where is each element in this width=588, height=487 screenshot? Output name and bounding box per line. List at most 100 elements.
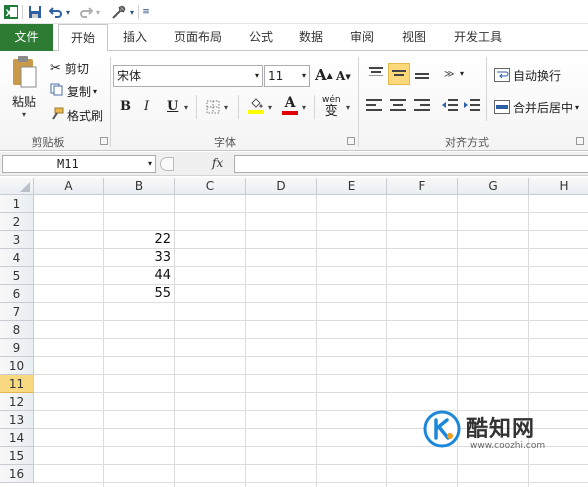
column-header-c[interactable]: C <box>175 178 246 195</box>
scissors-icon: ✂ <box>50 60 61 76</box>
tab-formulas[interactable]: 公式 <box>240 24 282 51</box>
row-header-1[interactable]: 1 <box>0 195 34 213</box>
row-header-9[interactable]: 9 <box>0 339 34 357</box>
chevron-down-icon[interactable]: ▾ <box>184 103 188 112</box>
redo-dropdown-icon[interactable]: ▾ <box>94 2 102 22</box>
row-header-11[interactable]: 11 <box>0 375 34 393</box>
chevron-down-icon[interactable]: ▾ <box>302 103 306 112</box>
customize-icon[interactable]: ≡ <box>141 2 151 22</box>
save-icon[interactable] <box>26 2 44 22</box>
chevron-down-icon[interactable]: ▾ <box>346 103 350 112</box>
phonetic-button[interactable]: wén 变 <box>322 95 341 118</box>
fill-color-button[interactable] <box>248 97 264 114</box>
merge-center-button[interactable]: 合并后居中 ▾ <box>494 98 579 116</box>
align-left-button[interactable] <box>366 99 382 111</box>
align-right-icon <box>414 99 430 111</box>
tab-insert[interactable]: 插入 <box>114 24 156 51</box>
paste-button[interactable]: 粘贴 ▾ <box>6 55 42 125</box>
column-header-e[interactable]: E <box>317 178 387 195</box>
cut-button[interactable]: ✂ 剪切 <box>50 59 89 77</box>
row-header-7[interactable]: 7 <box>0 303 34 321</box>
column-header-a[interactable]: A <box>34 178 104 195</box>
font-size-value: 11 <box>268 69 284 83</box>
tab-data[interactable]: 数据 <box>290 24 332 51</box>
increase-indent-icon <box>464 99 480 111</box>
tab-review[interactable]: 审阅 <box>340 24 384 51</box>
clipboard-launcher-icon[interactable] <box>100 137 108 145</box>
tab-page-layout[interactable]: 页面布局 <box>166 24 230 51</box>
tab-developer[interactable]: 开发工具 <box>446 24 510 51</box>
tools-icon[interactable] <box>110 2 128 22</box>
row-header-6[interactable]: 6 <box>0 285 34 303</box>
tab-view[interactable]: 视图 <box>392 24 436 51</box>
column-header-f[interactable]: F <box>387 178 458 195</box>
formula-bar-handle[interactable] <box>160 157 174 171</box>
row-header-2[interactable]: 2 <box>0 213 34 231</box>
align-bottom-button[interactable] <box>412 63 432 83</box>
format-painter-button[interactable]: 格式刷 <box>50 106 103 124</box>
row-header-5[interactable]: 5 <box>0 267 34 285</box>
row-header-12[interactable]: 12 <box>0 393 34 411</box>
align-middle-button[interactable] <box>388 63 410 85</box>
align-top-icon <box>369 67 383 76</box>
bold-button[interactable]: B <box>120 99 131 114</box>
shrink-font-button[interactable]: A ▼ <box>336 69 351 83</box>
cell-b5[interactable]: 44 <box>104 267 175 285</box>
alignment-launcher-icon[interactable] <box>576 137 584 145</box>
undo-icon[interactable] <box>48 2 64 22</box>
align-right-button[interactable] <box>414 99 430 111</box>
undo-dropdown-icon[interactable]: ▾ <box>64 2 72 22</box>
italic-icon: I <box>144 99 150 114</box>
increase-indent-button[interactable] <box>464 99 480 111</box>
shrink-font-icon: A <box>336 69 346 83</box>
row-header-16[interactable]: 16 <box>0 465 34 483</box>
underline-button[interactable]: U <box>167 99 178 114</box>
align-center-button[interactable] <box>390 99 406 111</box>
italic-button[interactable]: I <box>144 99 149 114</box>
font-color-button[interactable]: A <box>282 96 298 115</box>
chevron-down-icon[interactable]: ▾ <box>224 103 228 112</box>
cell-b3[interactable]: 22 <box>104 231 175 249</box>
cell-b4[interactable]: 33 <box>104 249 175 267</box>
row-header-8[interactable]: 8 <box>0 321 34 339</box>
copy-button[interactable]: 复制 ▾ <box>50 82 97 100</box>
orientation-button[interactable]: ≫ ▾ <box>444 63 464 83</box>
font-color-swatch <box>282 111 298 115</box>
column-header-b[interactable]: B <box>104 178 175 195</box>
name-box[interactable]: M11 ▾ <box>2 155 156 173</box>
row-header-14[interactable]: 14 <box>0 429 34 447</box>
grow-font-button[interactable]: A ▲ <box>315 66 333 84</box>
column-header-d[interactable]: D <box>246 178 317 195</box>
column-header-h[interactable]: H <box>529 178 588 195</box>
formula-input[interactable] <box>234 155 588 173</box>
border-button[interactable] <box>206 100 220 114</box>
paint-bucket-icon <box>251 98 263 108</box>
row-header-10[interactable]: 10 <box>0 357 34 375</box>
bold-icon: B <box>120 99 131 114</box>
row-header-4[interactable]: 4 <box>0 249 34 267</box>
font-size-select[interactable]: 11 ▾ <box>264 65 310 87</box>
wrap-text-button[interactable]: 自动换行 <box>494 66 561 84</box>
column-header-g[interactable]: G <box>458 178 529 195</box>
alignment-group-label: 对齐方式 <box>445 136 489 149</box>
ribbon: 粘贴 ▾ ✂ 剪切 复制 ▾ 格式刷 剪贴板 宋体 ▾ 11 ▾ A ▲ A ▼ B… <box>0 51 588 151</box>
svg-text:X: X <box>6 9 13 19</box>
row-header-3[interactable]: 3 <box>0 231 34 249</box>
align-top-button[interactable] <box>366 63 386 83</box>
select-all-corner[interactable] <box>0 178 34 195</box>
chevron-down-icon[interactable]: ▾ <box>268 103 272 112</box>
font-name-select[interactable]: 宋体 ▾ <box>113 65 263 87</box>
tab-file[interactable]: 文件 <box>0 24 53 51</box>
redo-icon[interactable] <box>78 2 94 22</box>
cell-b6[interactable]: 55 <box>104 285 175 303</box>
decrease-indent-button[interactable] <box>442 99 458 111</box>
decrease-indent-icon <box>442 99 458 111</box>
tools-dropdown-icon[interactable]: ▾ <box>128 2 136 22</box>
tab-home[interactable]: 开始 <box>58 24 108 52</box>
chevron-down-icon: ▾ <box>301 71 306 80</box>
row-gridline <box>34 212 588 213</box>
row-header-13[interactable]: 13 <box>0 411 34 429</box>
row-header-15[interactable]: 15 <box>0 447 34 465</box>
font-launcher-icon[interactable] <box>347 137 355 145</box>
insert-function-icon[interactable]: fx <box>212 156 223 170</box>
